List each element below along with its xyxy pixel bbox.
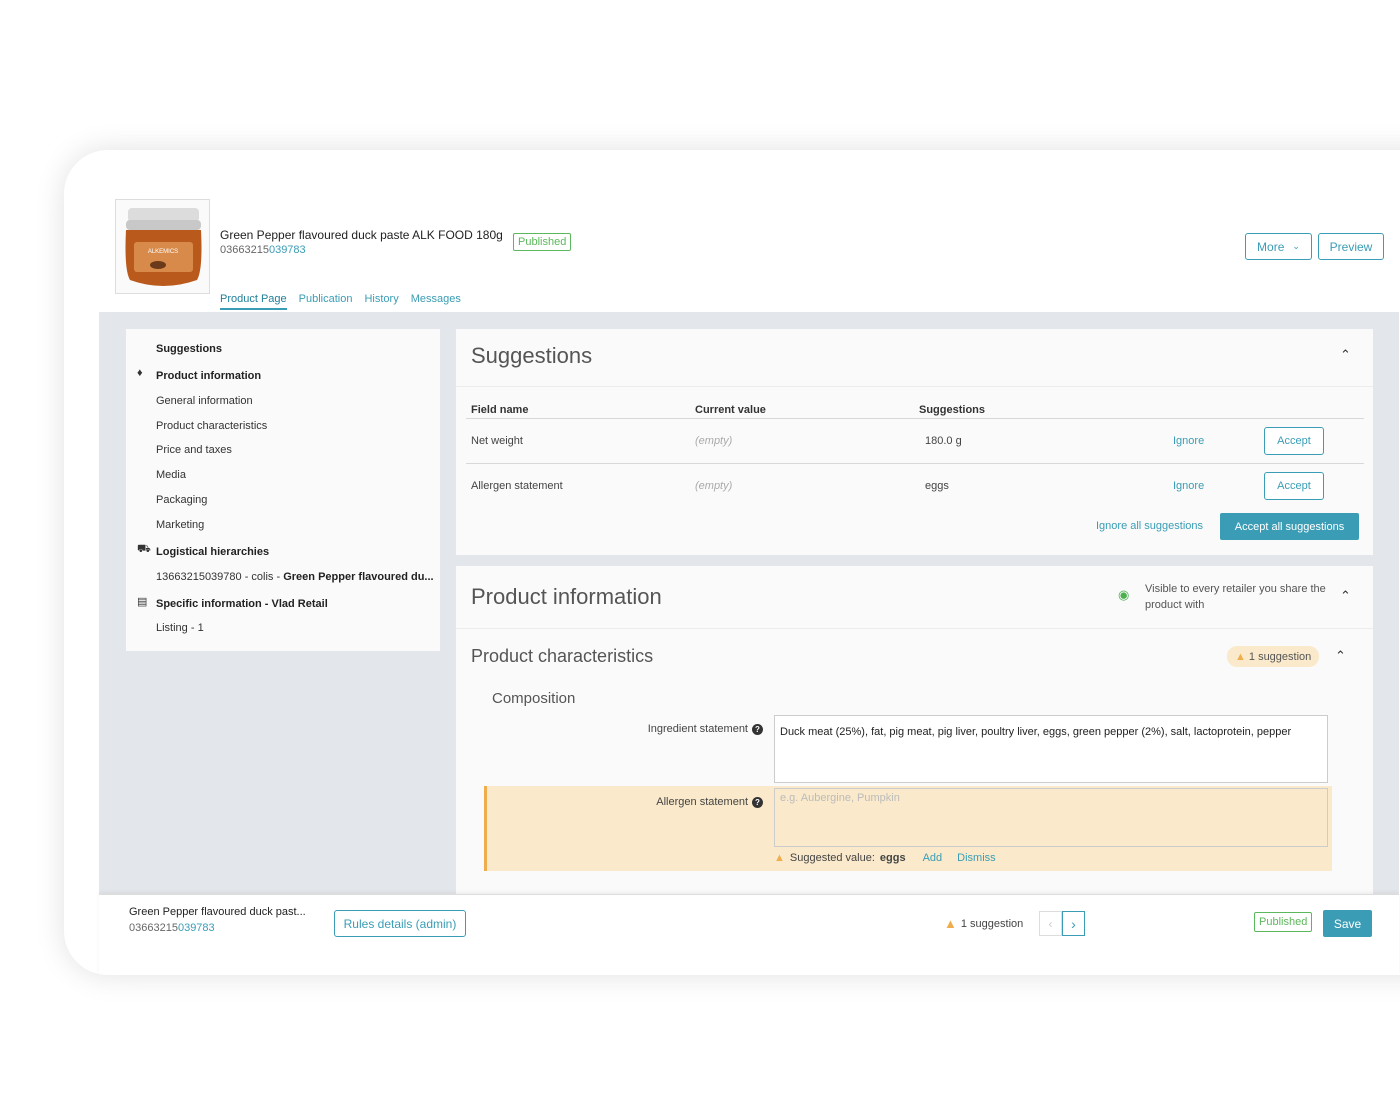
help-icon[interactable]: ? <box>752 796 763 808</box>
truck-icon: ⛟ <box>137 543 151 555</box>
accept-button[interactable]: Accept <box>1264 472 1324 500</box>
warning-icon: ▲ <box>1235 650 1246 663</box>
save-button[interactable]: Save <box>1323 910 1372 937</box>
tag-icon: ♦ <box>137 367 143 379</box>
row-suggestion: eggs <box>925 480 949 492</box>
sidebar-item-product-information[interactable]: Product information <box>156 370 261 382</box>
visibility-note: Visible to every retailer you share the … <box>1145 583 1326 611</box>
accept-button[interactable]: Accept <box>1264 427 1324 455</box>
tab-messages[interactable]: Messages <box>411 293 461 310</box>
warning-icon: ▲ <box>774 852 785 864</box>
suggestions-panel: Suggestions ⌃ Field name Current value S… <box>456 329 1373 555</box>
sidebar-item-logistical-hierarchies[interactable]: Logistical hierarchies <box>156 546 269 558</box>
footer-suggestion-count: ▲ 1 suggestion <box>944 916 1024 931</box>
allergen-textarea[interactable]: e.g. Aubergine, Pumpkin <box>774 788 1328 847</box>
footer-bar: Green Pepper flavoured duck past... 0366… <box>99 894 1399 975</box>
chevron-left-icon: ‹ <box>1048 916 1053 931</box>
section-title: Product characteristics <box>471 646 654 666</box>
help-icon[interactable]: ? <box>752 723 763 735</box>
main-area: Suggestions ♦ Product information Genera… <box>99 312 1399 894</box>
row-suggestion: 180.0 g <box>925 435 962 447</box>
svg-text:ALKEMICS: ALKEMICS <box>148 249 178 255</box>
product-information-panel: Product information ◉ Visible to every r… <box>456 566 1373 894</box>
tab-publication[interactable]: Publication <box>299 293 353 310</box>
accept-all-button[interactable]: Accept all suggestions <box>1220 513 1359 540</box>
tab-history[interactable]: History <box>364 293 398 310</box>
row-field-name: Net weight <box>471 435 523 447</box>
product-title: Green Pepper flavoured duck paste ALK FO… <box>220 228 503 242</box>
suggestions-title: Suggestions <box>471 343 593 368</box>
row-current-value: (empty) <box>695 435 733 447</box>
row-current-value: (empty) <box>695 480 733 492</box>
sidebar-item-listing[interactable]: Listing - 1 <box>156 622 204 634</box>
chevron-right-icon: › <box>1071 915 1076 932</box>
app-window: ALKEMICS Green Pepper flavoured duck pas… <box>64 150 1400 975</box>
sidebar-item-general-information[interactable]: General information <box>156 395 253 407</box>
product-information-title: Product information <box>471 584 662 609</box>
dismiss-link[interactable]: Dismiss <box>957 852 996 864</box>
allergen-label: Allergen statement? <box>556 796 763 808</box>
sidebar-item-colis[interactable]: 13663215039780 - colis - Green Pepper fl… <box>156 571 434 583</box>
sidebar-item-product-characteristics[interactable]: Product characteristics <box>156 420 267 432</box>
suggestion-count-badge: ▲ 1 suggestion <box>1227 646 1320 667</box>
column-header: Field name <box>471 404 529 416</box>
product-gtin: 03663215039783 <box>220 244 306 256</box>
ingredient-textarea[interactable]: Duck meat (25%), fat, pig meat, pig live… <box>774 715 1328 783</box>
status-badge: Published <box>513 233 572 251</box>
ignore-link[interactable]: Ignore <box>1173 435 1204 447</box>
sidebar-item-marketing[interactable]: Marketing <box>156 519 204 531</box>
footer-gtin: 03663215039783 <box>129 922 215 934</box>
column-header: Suggestions <box>919 404 986 416</box>
collapse-chevron-icon[interactable]: ⌃ <box>1335 648 1346 664</box>
ignore-link[interactable]: Ignore <box>1173 480 1204 492</box>
footer-status-badge: Published <box>1254 912 1313 932</box>
subsection-title: Composition <box>492 690 576 707</box>
next-suggestion-button[interactable]: › <box>1062 911 1085 936</box>
add-link[interactable]: Add <box>923 852 943 864</box>
store-icon: ▤ <box>137 596 148 608</box>
collapse-chevron-icon[interactable]: ⌃ <box>1340 347 1351 363</box>
sidebar-item-specific-information[interactable]: Specific information - Vlad Retail <box>156 598 328 610</box>
collapse-chevron-icon[interactable]: ⌃ <box>1340 588 1351 604</box>
chevron-down-icon: ⌄ <box>1292 241 1300 251</box>
product-header: ALKEMICS Green Pepper flavoured duck pas… <box>64 150 1400 312</box>
tab-product-page[interactable]: Product Page <box>220 293 287 310</box>
sidebar-item-media[interactable]: Media <box>156 469 186 481</box>
sidebar-nav: Suggestions ♦ Product information Genera… <box>126 329 440 651</box>
sidebar-item-packaging[interactable]: Packaging <box>156 494 207 506</box>
sidebar-item-suggestions[interactable]: Suggestions <box>156 343 222 355</box>
sidebar-item-price-and-taxes[interactable]: Price and taxes <box>156 444 232 456</box>
column-header: Current value <box>695 404 766 416</box>
rules-details-button[interactable]: Rules details (admin) <box>334 910 466 937</box>
suggested-value-row: ▲ Suggested value: eggs Add Dismiss <box>774 852 996 864</box>
warning-icon: ▲ <box>944 916 957 931</box>
eye-icon: ◉ <box>1118 587 1130 602</box>
row-field-name: Allergen statement <box>471 480 563 492</box>
tab-bar: Product Page Publication History Message… <box>220 293 461 310</box>
product-thumbnail: ALKEMICS <box>115 199 210 294</box>
footer-title: Green Pepper flavoured duck past... <box>129 906 306 918</box>
prev-suggestion-button[interactable]: ‹ <box>1039 911 1062 936</box>
more-button[interactable]: More ⌄ <box>1245 233 1312 260</box>
ignore-all-link[interactable]: Ignore all suggestions <box>1096 520 1203 532</box>
ingredient-label: Ingredient statement? <box>556 723 763 735</box>
preview-button[interactable]: Preview <box>1318 233 1384 260</box>
